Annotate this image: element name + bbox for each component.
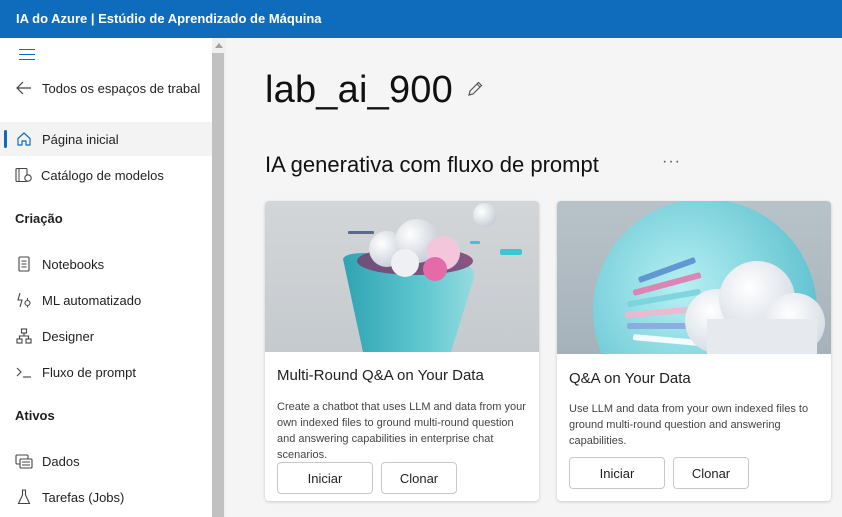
section-title: IA generativa com fluxo de prompt [265,152,599,177]
sidebar: Todos os espaços de trabal Página inicia… [0,38,212,517]
app-title[interactable]: IA do Azure | Estúdio de Aprendizado de … [16,11,322,26]
section-heading-assets: Ativos [15,408,55,423]
home-icon [15,131,33,147]
sidebar-item-data[interactable]: Dados [0,444,212,478]
active-indicator [4,130,7,148]
clone-button[interactable]: Clonar [673,457,749,489]
sidebar-item-notebooks[interactable]: Notebooks [0,247,212,281]
scroll-up-arrow-icon[interactable] [215,43,223,48]
sample-card-multi-round-qa[interactable]: Multi-Round Q&A on Your Data Create a ch… [265,201,539,501]
sidebar-item-label: Fluxo de prompt [42,365,136,380]
sidebar-item-designer[interactable]: Designer [0,319,212,353]
main-content: lab_ai_900 IA generativa com fluxo de pr… [226,38,842,517]
card-description: Use LLM and data from your own indexed f… [569,403,809,447]
arrow-left-icon [15,80,33,96]
edit-pencil-icon[interactable] [466,80,484,98]
sidebar-item-label: Designer [42,329,95,344]
sidebar-item-label: ML automatizado [42,293,142,308]
model-catalog-icon [15,167,33,183]
start-button[interactable]: Iniciar [569,457,665,489]
section-heading-creation: Criação [15,211,63,226]
sidebar-item-label: Catálogo de modelos [41,168,164,183]
jobs-icon [15,489,33,505]
card-description: Create a chatbot that uses LLM and data … [277,401,526,461]
sample-card-qa-on-your-data[interactable]: Q&A on Your Data Use LLM and data from y… [557,201,831,501]
prompt-flow-icon [15,364,33,380]
clone-button[interactable]: Clonar [381,462,457,494]
notebook-icon [15,256,33,272]
sidebar-item-home[interactable]: Página inicial [0,122,212,156]
card-title: Multi-Round Q&A on Your Data [277,367,484,384]
sidebar-item-label: Notebooks [42,257,105,272]
app-header: IA do Azure | Estúdio de Aprendizado de … [0,0,842,38]
sidebar-item-label: Tarefas (Jobs) [42,490,125,505]
start-button[interactable]: Iniciar [277,462,373,494]
sidebar-item-label: Dados [42,454,80,469]
card-title: Q&A on Your Data [569,370,691,387]
sidebar-item-label: Página inicial [42,132,119,147]
hamburger-menu-icon[interactable] [19,49,35,60]
more-options-icon[interactable]: ··· [662,153,681,171]
workspace-title: lab_ai_900 [265,69,453,111]
data-icon [15,453,33,469]
sidebar-item-automl[interactable]: ML automatizado [0,283,212,317]
card-image [265,201,539,352]
automl-icon [15,292,33,308]
scrollbar-thumb[interactable] [212,53,224,517]
designer-icon [15,328,33,344]
back-to-workspaces-link[interactable]: Todos os espaços de trabal [0,71,212,105]
sidebar-item-prompt-flow[interactable]: Fluxo de prompt [0,355,212,389]
sidebar-scrollbar[interactable] [212,38,226,517]
back-label: Todos os espaços de trabal [42,81,201,96]
card-image [557,201,831,354]
sidebar-item-jobs[interactable]: Tarefas (Jobs) [0,480,212,514]
sidebar-item-model-catalog[interactable]: Catálogo de modelos [0,158,212,192]
